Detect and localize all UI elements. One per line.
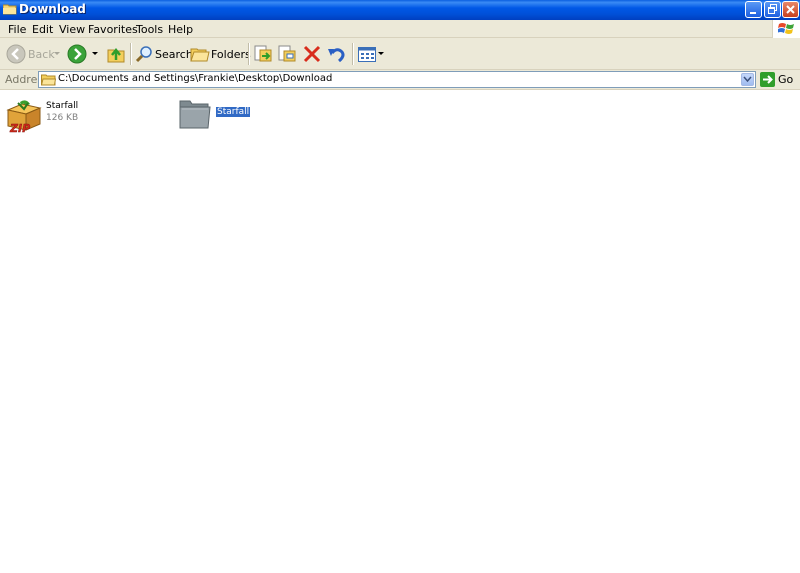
move-to-icon: [254, 45, 272, 62]
menu-help[interactable]: Help: [168, 23, 193, 36]
file-view[interactable]: ZIP Starfall 126 KB Starfall: [0, 90, 800, 573]
menu-bar: File Edit View Favorites Tools Help: [0, 20, 800, 38]
windows-logo: [772, 20, 800, 38]
address-field[interactable]: C:\Documents and Settings\Frankie\Deskto…: [38, 71, 756, 88]
undo-button[interactable]: [326, 42, 348, 66]
copy-to-icon: [278, 45, 296, 62]
forward-dropdown-icon: [92, 52, 98, 55]
search-label: Search: [155, 48, 193, 61]
folder-icon: [41, 74, 56, 86]
windows-flag-icon: [778, 23, 794, 34]
zip-folder-icon: ZIP: [6, 100, 42, 134]
toolbar-separator: [352, 43, 354, 65]
svg-text:ZIP: ZIP: [9, 122, 30, 134]
back-dropdown-icon: [54, 52, 60, 55]
minimize-button[interactable]: [745, 1, 762, 18]
folders-icon: [190, 48, 210, 62]
toolbar-separator: [130, 43, 132, 65]
chevron-down-icon: [743, 76, 752, 83]
close-icon: [786, 5, 795, 14]
folders-button[interactable]: Folders: [189, 42, 251, 66]
menu-edit[interactable]: Edit: [32, 23, 53, 36]
go-arrow-icon: [763, 75, 773, 84]
folder-icon: [3, 4, 17, 15]
search-button[interactable]: Search: [134, 42, 193, 66]
move-to-button[interactable]: [252, 42, 274, 66]
menu-favorites[interactable]: Favorites: [88, 23, 138, 36]
views-button[interactable]: [356, 42, 386, 66]
delete-button[interactable]: [301, 42, 323, 66]
file-item-starfall-zip[interactable]: ZIP Starfall 126 KB: [4, 96, 124, 138]
restore-icon: [768, 4, 777, 14]
file-size: 126 KB: [46, 113, 79, 123]
address-dropdown-button[interactable]: [741, 73, 754, 86]
go-label[interactable]: Go: [778, 73, 793, 86]
file-name-selected: Starfall: [216, 107, 251, 117]
address-bar: Address C:\Documents and Settings\Franki…: [0, 70, 800, 90]
views-icon: [358, 47, 376, 62]
up-folder-icon: [107, 47, 125, 63]
address-path: C:\Documents and Settings\Frankie\Deskto…: [58, 73, 333, 84]
views-dropdown-icon: [378, 52, 384, 55]
up-folder-button[interactable]: [104, 42, 128, 66]
back-label: Back: [28, 48, 55, 61]
file-item-starfall-folder[interactable]: Starfall: [176, 96, 296, 138]
minimize-icon: [750, 12, 756, 14]
menu-file[interactable]: File: [8, 23, 26, 36]
search-icon: [135, 46, 152, 63]
file-name: Starfall: [46, 101, 79, 111]
folder-icon: [179, 100, 211, 129]
folders-label: Folders: [211, 48, 251, 61]
back-arrow-icon: [6, 44, 26, 64]
undo-icon: [328, 48, 345, 63]
delete-icon: [303, 45, 321, 63]
back-button[interactable]: Back: [4, 42, 64, 66]
forward-button[interactable]: [66, 42, 100, 66]
forward-arrow-icon: [67, 44, 87, 64]
copy-to-button[interactable]: [276, 42, 298, 66]
close-button[interactable]: [782, 1, 799, 18]
menu-tools[interactable]: Tools: [136, 23, 163, 36]
window-title: Download: [19, 2, 86, 16]
menu-view[interactable]: View: [59, 23, 85, 36]
toolbar-separator: [248, 43, 250, 65]
restore-button[interactable]: [764, 1, 781, 18]
toolbar: Back Search Folders: [0, 38, 800, 70]
go-button[interactable]: [760, 72, 775, 87]
title-bar[interactable]: Download: [0, 0, 800, 20]
